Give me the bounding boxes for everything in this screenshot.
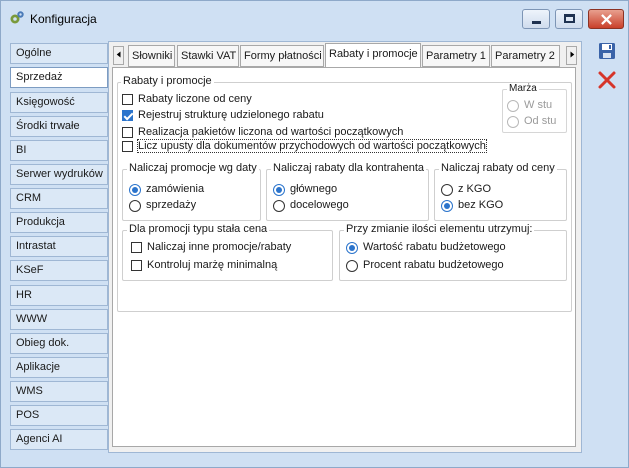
group-rabaty-od-ceny: Naliczaj rabaty od ceny z KGO bez KGO	[434, 162, 567, 221]
group-marza: Marża W stu Od stu	[502, 83, 567, 133]
radio-label: sprzedaży	[146, 199, 197, 211]
checkbox-label: Licz upusty dla dokumentów przychodowych…	[137, 139, 487, 153]
sidebar-item-ksiegowosc[interactable]: Księgowość	[10, 92, 108, 113]
checkbox-label: Realizacja pakietów liczona od wartości …	[138, 126, 404, 138]
maximize-icon	[564, 14, 575, 23]
checkbox-label: Naliczaj inne promocje/rabaty	[147, 241, 292, 253]
sidebar-item-srodki-trwale[interactable]: Środki trwałe	[10, 116, 108, 137]
checkbox-box[interactable]	[122, 141, 133, 152]
cancel-button[interactable]	[597, 70, 617, 90]
radio-dot[interactable]	[273, 200, 285, 212]
sidebar-item-ksef[interactable]: KSeF	[10, 260, 108, 281]
radio-dot[interactable]	[441, 184, 453, 196]
configuration-window: Konfiguracja Ogólne Sprzedaż Księgowość …	[0, 0, 629, 468]
group-rabaty-kontrahent: Naliczaj rabaty dla kontrahenta głównego…	[266, 162, 429, 221]
save-icon	[599, 43, 615, 59]
minimize-icon	[532, 21, 541, 24]
checkbox-box[interactable]	[131, 260, 142, 271]
sidebar-item-ogolne[interactable]: Ogólne	[10, 43, 108, 64]
chevron-left-icon	[116, 51, 120, 58]
group-rabaty-i-promocje: Rabaty i promocje Rabaty liczone od ceny…	[117, 75, 572, 312]
save-button[interactable]	[597, 41, 617, 61]
close-icon	[601, 14, 612, 25]
radio-label: bez KGO	[458, 199, 504, 211]
group-title-rabaty: Rabaty i promocje	[121, 75, 214, 87]
radio-label: Wartość rabatu budżetowego	[363, 241, 506, 253]
radio-label: Procent rabatu budżetowego	[363, 259, 504, 271]
maximize-button[interactable]	[555, 9, 583, 29]
radio-dot[interactable]	[129, 200, 141, 212]
sidebar-item-obieg-dok[interactable]: Obieg dok.	[10, 333, 108, 354]
tab-scroll-left[interactable]	[113, 46, 124, 65]
group-title-marza: Marża	[507, 83, 539, 94]
checkbox-box[interactable]	[122, 127, 133, 138]
config-content: Słowniki Stawki VAT Formy płatności Raba…	[108, 41, 582, 453]
tab-stawki-vat[interactable]: Stawki VAT	[177, 45, 239, 67]
radio-label: z KGO	[458, 183, 492, 195]
chevron-right-icon	[570, 51, 574, 58]
gear-app-icon	[10, 11, 24, 24]
tab-scroll-right[interactable]	[566, 46, 577, 65]
radio-label: Od stu	[524, 115, 557, 127]
checkbox-box-checked[interactable]	[122, 110, 133, 121]
sidebar: Ogólne Sprzedaż Księgowość Środki trwałe…	[10, 41, 108, 453]
group-title-zmiana-ilosci: Przy zmianie ilości elementu utrzymuj:	[344, 223, 535, 235]
radio-dot-selected[interactable]	[441, 200, 453, 212]
sidebar-item-intrastat[interactable]: Intrastat	[10, 236, 108, 257]
minimize-button[interactable]	[522, 9, 550, 29]
tab-rabaty-i-promocje[interactable]: Rabaty i promocje	[325, 43, 421, 68]
radio-label: W stu	[524, 99, 553, 111]
tab-panel-rabaty: Rabaty i promocje Rabaty liczone od ceny…	[112, 67, 576, 447]
sidebar-item-pos[interactable]: POS	[10, 405, 108, 426]
group-title-promocje-data: Naliczaj promocje wg daty	[127, 162, 259, 174]
radio-dot[interactable]	[507, 100, 519, 112]
group-zmiana-ilosci: Przy zmianie ilości elementu utrzymuj: W…	[339, 223, 567, 281]
sidebar-item-crm[interactable]: CRM	[10, 188, 108, 209]
tab-slowniki[interactable]: Słowniki	[128, 45, 175, 67]
close-button[interactable]	[588, 9, 624, 29]
group-title-kontrahent: Naliczaj rabaty dla kontrahenta	[271, 162, 427, 174]
group-title-od-ceny: Naliczaj rabaty od ceny	[439, 162, 557, 174]
cancel-icon	[598, 71, 616, 89]
sidebar-item-www[interactable]: WWW	[10, 309, 108, 330]
checkbox-box[interactable]	[122, 94, 133, 105]
group-promocje-wg-daty: Naliczaj promocje wg daty zamówienia spr…	[122, 162, 261, 221]
sidebar-item-hr[interactable]: HR	[10, 285, 108, 306]
sidebar-item-produkcja[interactable]: Produkcja	[10, 212, 108, 233]
radio-label: zamówienia	[146, 183, 205, 195]
sidebar-item-agenci-ai[interactable]: Agenci AI	[10, 429, 108, 450]
radio-dot-selected[interactable]	[273, 184, 285, 196]
window-title: Konfiguracja	[30, 12, 97, 26]
radio-dot-selected[interactable]	[129, 184, 141, 196]
radio-dot[interactable]	[507, 116, 519, 128]
checkbox-label: Kontroluj marżę minimalną	[147, 259, 278, 271]
checkbox-label: Rabaty liczone od ceny	[138, 93, 252, 105]
sidebar-item-wms[interactable]: WMS	[10, 381, 108, 402]
sidebar-item-aplikacje[interactable]: Aplikacje	[10, 357, 108, 378]
titlebar: Konfiguracja	[1, 1, 628, 35]
group-stala-cena: Dla promocji typu stała cena Naliczaj in…	[122, 223, 333, 281]
radio-label: głównego	[290, 183, 338, 195]
tab-parametry-2[interactable]: Parametry 2	[491, 45, 560, 67]
sidebar-item-serwer-wydrukow[interactable]: Serwer wydruków	[10, 164, 108, 185]
sidebar-item-sprzedaz[interactable]: Sprzedaż	[10, 67, 108, 88]
radio-label: docelowego	[290, 199, 349, 211]
sidebar-item-bi[interactable]: BI	[10, 140, 108, 161]
radio-dot[interactable]	[346, 260, 358, 272]
group-title-stala-cena: Dla promocji typu stała cena	[127, 223, 270, 235]
tab-formy-platnosci[interactable]: Formy płatności	[240, 45, 324, 67]
checkbox-label: Rejestruj strukturę udzielonego rabatu	[138, 109, 324, 121]
checkbox-box[interactable]	[131, 242, 142, 253]
tab-parametry-1[interactable]: Parametry 1	[422, 45, 490, 67]
radio-dot-selected[interactable]	[346, 242, 358, 254]
